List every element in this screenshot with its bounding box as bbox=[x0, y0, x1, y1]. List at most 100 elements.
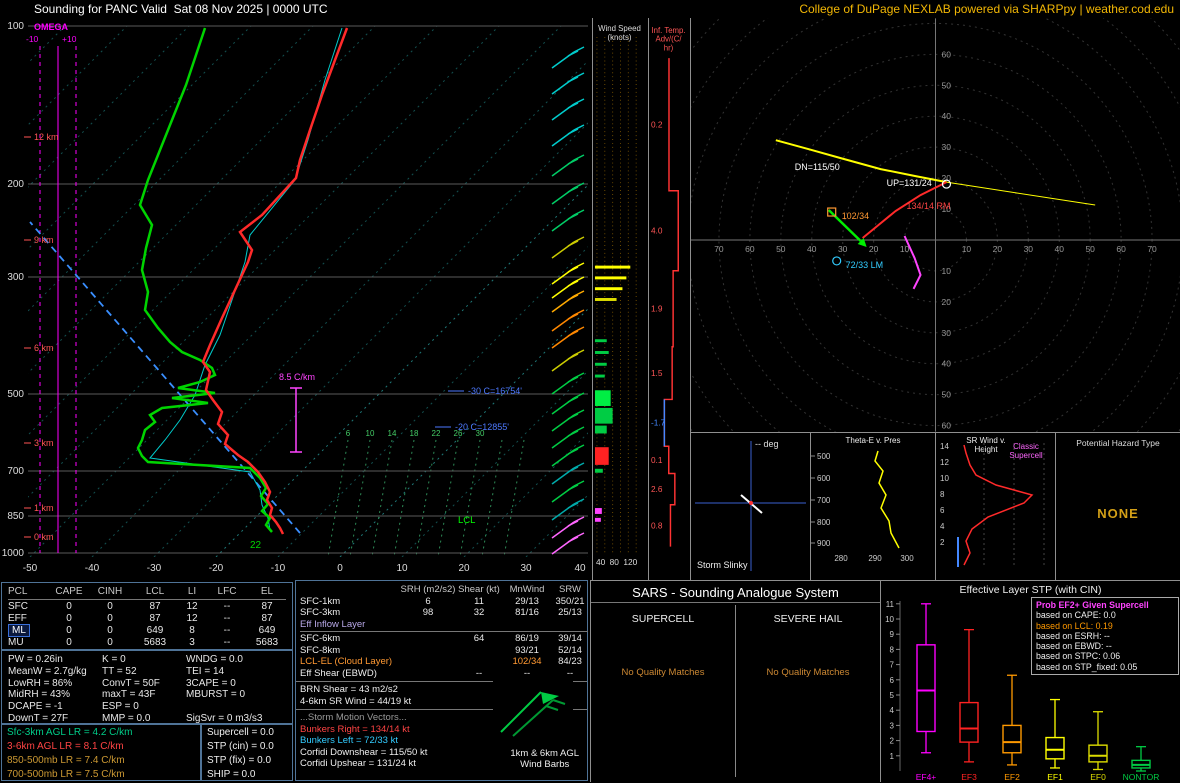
srwind-ytick: 12 bbox=[940, 458, 949, 467]
stp-y-label: 6 bbox=[890, 676, 895, 685]
wind-barb bbox=[567, 520, 579, 527]
parcel-trace bbox=[29, 221, 301, 534]
temperature-trace bbox=[201, 27, 349, 535]
wind-barb bbox=[567, 294, 579, 301]
sars-supercell-column: SUPERCELL No Quality Matches bbox=[591, 605, 735, 777]
wind-barb bbox=[573, 154, 585, 161]
stp-legend: Prob EF2+ Given Supercell based on CAPE:… bbox=[1031, 597, 1179, 676]
barb-tick bbox=[552, 699, 566, 705]
height-label: 1 km bbox=[34, 503, 54, 513]
thermo-stat: 3CAPE = 0 bbox=[186, 677, 236, 689]
hodo-ring bbox=[690, 18, 1180, 432]
thermo-stat: WNDG = 0.0 bbox=[186, 654, 243, 665]
omega-tick: +10 bbox=[62, 34, 77, 44]
temp-adv-value: 0.2 bbox=[651, 120, 663, 129]
wind-barb bbox=[567, 330, 579, 337]
stp-y-label: 2 bbox=[890, 737, 895, 746]
kin-cell bbox=[552, 619, 588, 631]
mixing-ratio-line bbox=[481, 439, 503, 557]
parcel-cell: 87 bbox=[261, 613, 273, 624]
hodo-speed-tick: 30 bbox=[941, 328, 951, 338]
thetae-plot: Theta-E v. Pres 500 600 700 800 900280 290 300 bbox=[811, 433, 935, 580]
kin-cell bbox=[502, 619, 552, 631]
hodo-ring bbox=[690, 18, 1180, 432]
stp-category-label: NONTOR bbox=[1123, 772, 1160, 782]
thetae-curve bbox=[874, 450, 900, 549]
hodo-label: 134/14 RM bbox=[907, 201, 951, 211]
parcel-cell: 0 bbox=[66, 625, 72, 636]
sharppy-sounding-app: Sounding for PANC Valid Sat 08 Nov 2025 … bbox=[0, 0, 1180, 783]
parcel-cell: 0 bbox=[66, 601, 72, 612]
stp-box bbox=[916, 644, 936, 733]
hodo-speed-tick: 70 bbox=[714, 244, 724, 254]
skewt-grid bbox=[28, 26, 588, 557]
stp-y-label: 1 bbox=[890, 752, 895, 761]
temp-adv-value: 1.9 bbox=[651, 305, 663, 314]
dewpoint-trace bbox=[136, 27, 273, 533]
hodograph[interactable]: 10 10101020 20202030 30303040 40404050 505050… bbox=[690, 18, 1180, 432]
hodo-speed-tick: 60 bbox=[745, 244, 755, 254]
parcel-header-divider bbox=[8, 599, 286, 600]
thermo-stats-column: WNDG = 0.0 TEI = 14 3CAPE = 0 MBURST = 0 Si… bbox=[186, 654, 262, 725]
thermo-stat: MeanW = 2.7g/kg bbox=[8, 665, 87, 677]
wind-barb bbox=[573, 46, 585, 53]
hodo-ring bbox=[691, 18, 1180, 432]
parcel-header-cell: PCL bbox=[8, 586, 28, 597]
temp-adv-title: Inf. Temp. bbox=[651, 26, 685, 35]
lcl-label: LCL bbox=[458, 515, 475, 526]
brand-link[interactable]: College of DuPage NEXLAB powered via SHA… bbox=[799, 2, 1174, 16]
thermo-stat: TEI = 14 bbox=[186, 665, 225, 677]
kin-cell: 93/21 bbox=[515, 644, 539, 656]
wind-barb bbox=[573, 372, 585, 379]
skewt-diagram[interactable]: 1002003005007008501000OMEGA-10 +106 10 14 18… bbox=[0, 18, 590, 580]
parcel-cell: 8 bbox=[189, 625, 195, 636]
wind-speed-bar bbox=[594, 265, 631, 269]
parcel-header-cell: LFC bbox=[217, 586, 237, 597]
kin-cell bbox=[400, 668, 456, 680]
parcel-cell: 0 bbox=[107, 601, 113, 612]
wind-barb bbox=[573, 480, 585, 487]
wind-barb bbox=[573, 426, 585, 433]
thermo-stat: K = 0 bbox=[102, 654, 126, 665]
wind-barb bbox=[567, 102, 579, 109]
height-label: 6 km bbox=[34, 343, 54, 353]
slinky-title: Storm Slinky bbox=[697, 560, 748, 570]
stp-y-label: 8 bbox=[890, 645, 895, 654]
kin-cell bbox=[400, 633, 456, 645]
stp-legend-row: based on LCL: 0.19 bbox=[1036, 620, 1113, 631]
temp-adv-value: 0.8 bbox=[651, 522, 663, 531]
isotherm-line bbox=[277, 246, 588, 557]
omega-tick: -10 bbox=[26, 34, 39, 44]
parcel-cell: 87 bbox=[149, 601, 161, 612]
kin-row-label: SFC-8km bbox=[300, 644, 341, 656]
hazard-panel: Potential Hazard Type NONE bbox=[1055, 432, 1180, 580]
thetae-panel: Theta-E v. Pres 500 600 700 800 900 280 290 300 bbox=[810, 432, 935, 580]
pressure-label: 1000 bbox=[2, 548, 25, 559]
stp-box bbox=[1045, 736, 1065, 760]
hodo-speed-tick: 40 bbox=[807, 244, 817, 254]
srwind-title: Height bbox=[974, 445, 998, 454]
stp-category-label: EF0 bbox=[1090, 772, 1106, 782]
wind-barb bbox=[567, 76, 579, 83]
wind-speed-bar bbox=[594, 425, 607, 434]
stp-y-label: 5 bbox=[890, 691, 895, 700]
wind-panel-title: Wind Speed bbox=[598, 24, 641, 33]
hodo-label: 72/33 LM bbox=[846, 260, 883, 270]
wind-barb bbox=[573, 276, 585, 283]
sars-divider bbox=[591, 602, 880, 603]
parcel-cell: 0 bbox=[107, 613, 113, 624]
temp-adv-value: -1.7 bbox=[651, 419, 666, 428]
mixing-ratio-line bbox=[327, 439, 349, 557]
thermo-stats: PW = 0.26in MeanW = 2.7g/kg LowRH = 86% Mid… bbox=[1, 650, 293, 724]
wind-speed-bar bbox=[594, 298, 617, 301]
parcel-cell: -- bbox=[223, 637, 231, 648]
stp-legend-row: based on ESRH: -- bbox=[1036, 630, 1110, 641]
hodo-ring bbox=[690, 18, 1180, 432]
stp-legend-row: based on STP_fixed: 0.05 bbox=[1036, 661, 1138, 672]
thetae-ytick: 700 bbox=[817, 496, 831, 505]
composite-index-line: STP (fix) = 0.0 bbox=[207, 755, 272, 766]
thermo-stats-column: K = 0 TT = 52 ConvT = 50F maxT = 43F ESP = 0… bbox=[102, 654, 160, 725]
isotherm-line bbox=[339, 308, 588, 557]
kin-header-cell bbox=[300, 584, 400, 596]
stp-y-label: 3 bbox=[890, 721, 895, 730]
